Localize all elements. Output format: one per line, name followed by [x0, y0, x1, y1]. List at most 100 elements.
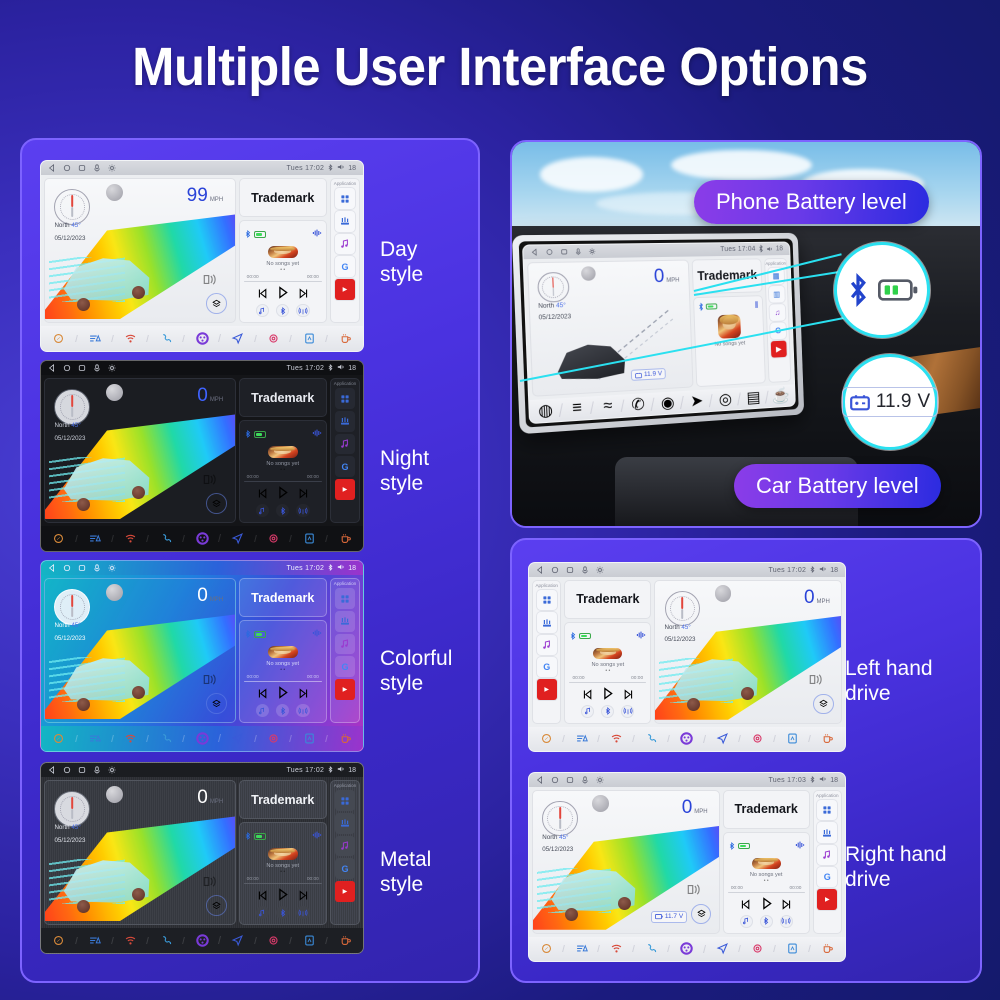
media-player[interactable]: No songs yet • • 00:00 00:00 [238, 822, 327, 926]
transport-controls[interactable] [244, 286, 322, 304]
dock-wifi-icon[interactable] [113, 935, 149, 946]
application-sidebar[interactable]: Application G ▶ [329, 780, 360, 926]
android-nav-icons[interactable] [536, 566, 604, 575]
android-nav-icons[interactable] [48, 164, 116, 173]
source-radio-button[interactable] [296, 703, 310, 718]
map-speed-card[interactable]: North 45° 05/12/2023 0 MPH [44, 578, 236, 724]
dock-file-icon[interactable] [291, 733, 327, 744]
dock-settings-gear-icon[interactable] [256, 935, 292, 946]
android-nav-icons[interactable] [48, 766, 116, 775]
google-icon[interactable]: G [536, 656, 557, 678]
home-icon[interactable] [551, 776, 559, 784]
dock-phone-icon[interactable] [148, 733, 184, 744]
bottom-dock[interactable] [41, 928, 363, 953]
dock-apps-color-icon[interactable] [669, 942, 704, 956]
next-icon[interactable] [298, 686, 309, 704]
media-source-row[interactable] [244, 905, 322, 920]
back-icon[interactable] [536, 776, 544, 785]
map-speed-card[interactable]: North 45° 05/12/2023 0 MPH [654, 580, 842, 724]
head-unit-left-hand-drive[interactable]: Tues 17:02 18 Application G ▶ Trademark No son… [528, 562, 846, 752]
navigation-icon[interactable]: ➤ [682, 390, 712, 412]
next-icon[interactable] [298, 486, 309, 504]
dock-coffee-cup-icon[interactable] [810, 733, 845, 744]
media-source-row[interactable] [728, 914, 805, 929]
dock-navigation-icon[interactable] [220, 935, 256, 947]
dock-file-icon[interactable] [775, 943, 810, 954]
seek-bar[interactable] [243, 681, 322, 682]
apps-grid-icon[interactable] [817, 800, 838, 821]
seek-bar[interactable] [243, 481, 322, 482]
music-note-icon[interactable] [536, 634, 557, 655]
play-icon[interactable] [601, 686, 614, 705]
seek-bar[interactable] [569, 681, 647, 683]
file-icon[interactable]: ▤ [739, 387, 767, 408]
android-nav-icons[interactable] [536, 776, 604, 785]
mic-icon[interactable] [581, 776, 589, 784]
home-icon[interactable] [551, 566, 559, 574]
brightness-icon[interactable] [108, 766, 116, 774]
phone-icon[interactable]: ✆ [623, 394, 654, 416]
media-source-row[interactable] [244, 303, 322, 318]
youtube-icon[interactable]: ▶ [817, 889, 838, 910]
mic-icon[interactable] [93, 766, 101, 774]
dock-file-icon[interactable] [291, 333, 327, 344]
source-music-button[interactable] [581, 704, 595, 718]
back-icon[interactable] [48, 364, 56, 373]
google-icon[interactable]: G [334, 256, 356, 278]
dock-wifi-icon[interactable] [113, 533, 149, 544]
dock-file-icon[interactable] [291, 935, 327, 946]
source-radio-button[interactable] [621, 704, 635, 718]
mic-icon[interactable] [93, 164, 101, 172]
source-music-button[interactable] [255, 703, 270, 718]
youtube-icon[interactable]: ▶ [334, 679, 356, 700]
music-note-icon[interactable]: ♫ [769, 303, 786, 321]
coffee-cup-icon[interactable]: ☕ [767, 385, 795, 406]
dock-phone-icon[interactable] [634, 733, 669, 744]
dock-coffee-cup-icon[interactable] [327, 533, 363, 544]
dock-navigation-icon[interactable] [705, 943, 740, 955]
dock-file-icon[interactable] [291, 533, 327, 544]
source-bluetooth-button[interactable] [601, 704, 615, 718]
equalizer-icon[interactable] [334, 410, 356, 432]
recents-icon[interactable] [78, 564, 86, 572]
source-music-button[interactable] [255, 303, 270, 318]
dock-equalizer-dock-icon[interactable] [564, 733, 599, 744]
dock-settings-gear-icon[interactable] [740, 733, 775, 744]
brightness-icon[interactable] [108, 564, 116, 572]
dock-navigation-icon[interactable] [220, 533, 256, 545]
apps-grid-icon[interactable] [334, 790, 356, 811]
youtube-icon[interactable]: ▶ [334, 881, 356, 902]
dock-equalizer-dock-icon[interactable] [77, 533, 113, 544]
youtube-icon[interactable]: ▶ [770, 340, 787, 358]
prev-icon[interactable] [257, 286, 268, 304]
layers-button[interactable] [690, 903, 712, 925]
home-icon[interactable] [63, 164, 71, 172]
source-radio-button[interactable] [296, 303, 310, 318]
back-icon[interactable] [536, 566, 544, 575]
head-unit-photo-ui[interactable]: Tues 17:04 18 North 45° 05/12/2023 0 MPH… [522, 241, 796, 425]
headlight-icon[interactable] [203, 273, 216, 291]
android-nav-icons[interactable] [48, 364, 116, 373]
headlight-icon[interactable] [809, 673, 823, 691]
dock-settings-gear-icon[interactable] [740, 943, 775, 954]
dock-compass-dock-icon[interactable] [529, 733, 564, 744]
dock-navigation-icon[interactable] [220, 733, 256, 745]
apps-grid-icon[interactable] [334, 388, 356, 409]
brightness-icon[interactable] [108, 164, 116, 172]
music-note-icon[interactable] [334, 835, 356, 857]
dock-equalizer-dock-icon[interactable] [77, 935, 113, 946]
dock-apps-color-icon[interactable] [184, 532, 220, 545]
media-player[interactable]: No songs yet • • 00:00 00:00 [238, 620, 327, 724]
dock-wifi-icon[interactable] [599, 733, 634, 744]
headlight-icon[interactable] [203, 473, 216, 491]
dock-wifi-icon[interactable] [599, 943, 634, 954]
next-icon[interactable] [298, 286, 309, 304]
source-radio-button[interactable] [779, 914, 793, 928]
transport-controls[interactable] [244, 686, 322, 704]
map-speed-card[interactable]: North 45° 05/12/2023 0 MPH [44, 780, 236, 926]
equalizer-icon[interactable] [334, 210, 356, 232]
dock-settings-gear-icon[interactable] [256, 333, 292, 344]
brightness-icon[interactable] [596, 776, 604, 784]
media-player[interactable]: No songs yet • • 00:00 00:00 [722, 831, 810, 934]
application-sidebar[interactable]: Application G ▶ [812, 790, 842, 934]
